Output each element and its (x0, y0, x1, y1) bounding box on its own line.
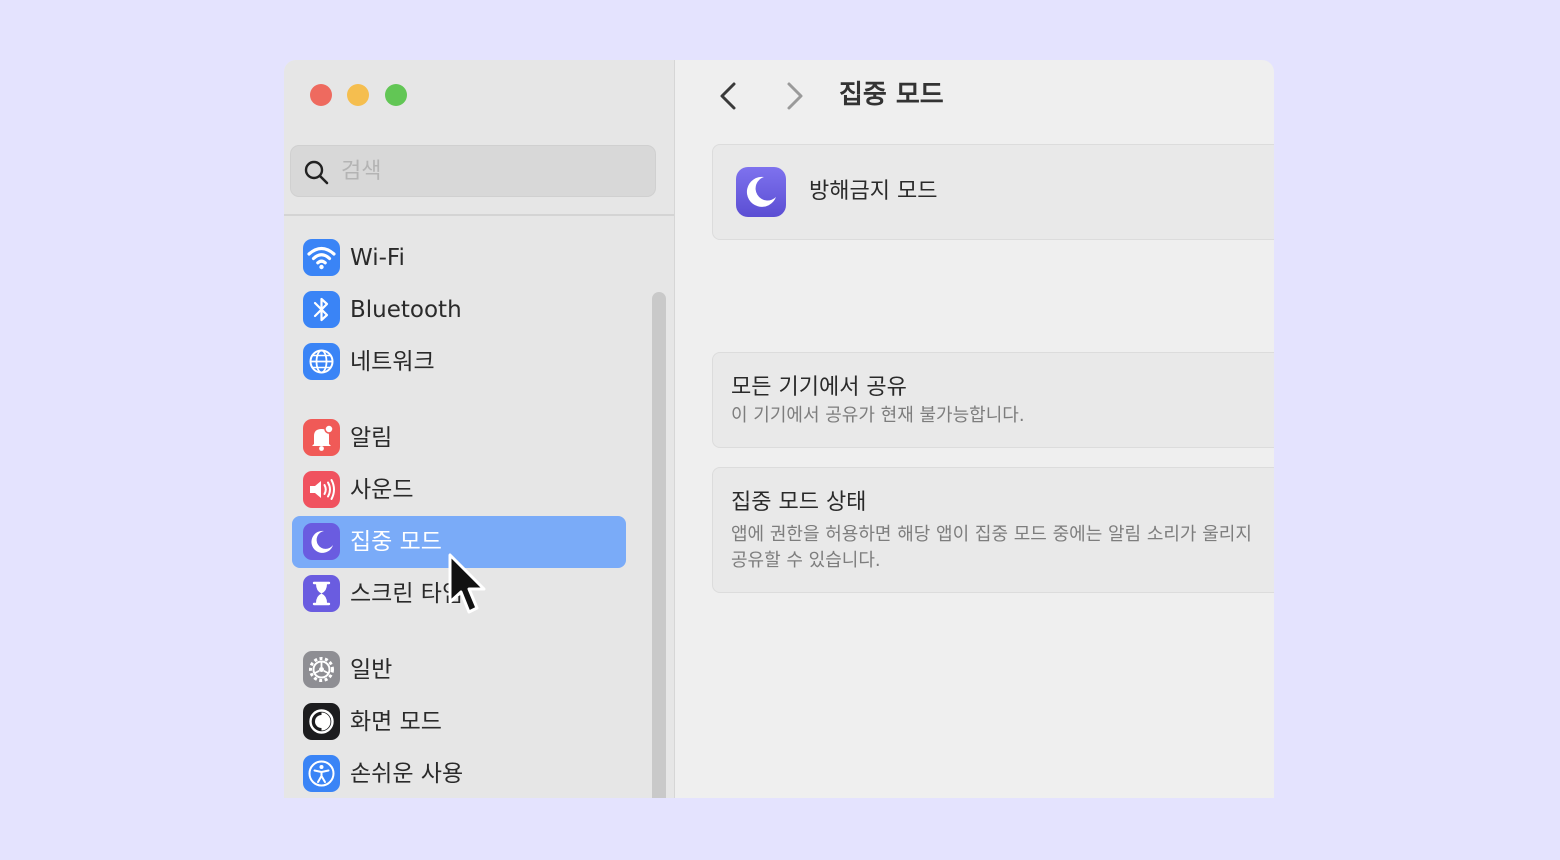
page-title: 집중 모드 (839, 80, 944, 110)
sidebar-item-general[interactable]: 일반 (292, 644, 626, 696)
sidebar-item-sound[interactable]: 사운드 (292, 464, 626, 516)
sidebar-item-appearance[interactable]: 화면 모드 (292, 696, 626, 748)
sidebar-item-label: 네트워크 (350, 349, 435, 375)
sidebar-item-label: 알림 (350, 425, 393, 451)
status-subtitle-line1: 앱에 권한을 허용하면 해당 앱이 집중 모드 중에는 알림 소리가 울리지 (731, 524, 1252, 545)
accessibility-icon (303, 755, 340, 792)
sidebar-item-label: 일반 (350, 657, 393, 683)
search-icon (304, 160, 329, 185)
sidebar-scrollbar[interactable] (652, 292, 666, 798)
focus-item-do-not-disturb[interactable]: 방해금지 모드 (712, 144, 1274, 240)
sidebar-item-notifications[interactable]: 알림 (292, 412, 626, 464)
globe-icon (303, 343, 340, 380)
sidebar-item-accessibility[interactable]: 손쉬운 사용 (292, 748, 626, 798)
status-title: 집중 모드 상태 (731, 490, 867, 515)
sidebar-item-network[interactable]: 네트워크 (292, 336, 626, 388)
bell-icon (303, 419, 340, 456)
sidebar-item-label: 집중 모드 (350, 529, 442, 555)
sidebar-item-label: 사운드 (350, 477, 414, 503)
moon-icon (303, 523, 340, 560)
sidebar-divider (284, 214, 674, 216)
forward-chevron-icon[interactable] (779, 78, 809, 114)
sidebar-item-wifi[interactable]: Wi-Fi (292, 232, 626, 284)
sidebar-item-label: Bluetooth (350, 297, 462, 323)
sidebar-item-label: 손쉬운 사용 (350, 761, 464, 787)
close-window-button[interactable] (310, 84, 332, 106)
search-field[interactable] (290, 145, 656, 197)
hourglass-icon (303, 575, 340, 612)
sidebar: Wi-Fi Bluetooth 네트워크 (284, 60, 675, 798)
minimize-window-button[interactable] (347, 84, 369, 106)
status-subtitle-line2: 공유할 수 있습니다. (731, 550, 881, 571)
sidebar-item-label: Wi-Fi (350, 245, 405, 271)
bluetooth-icon (303, 291, 340, 328)
gear-icon (303, 651, 340, 688)
share-title: 모든 기기에서 공유 (731, 375, 907, 400)
share-subtitle: 이 기기에서 공유가 현재 불가능합니다. (731, 405, 1025, 426)
appearance-icon (303, 703, 340, 740)
settings-window: Wi-Fi Bluetooth 네트워크 (284, 60, 1274, 798)
wifi-icon (303, 239, 340, 276)
sidebar-item-label: 화면 모드 (350, 709, 442, 735)
speaker-icon (303, 471, 340, 508)
sidebar-item-bluetooth[interactable]: Bluetooth (292, 284, 626, 336)
search-input[interactable] (341, 146, 641, 196)
back-chevron-icon[interactable] (714, 78, 744, 114)
share-across-devices-card[interactable]: 모든 기기에서 공유 이 기기에서 공유가 현재 불가능합니다. (712, 352, 1274, 448)
focus-status-card[interactable]: 집중 모드 상태 앱에 권한을 허용하면 해당 앱이 집중 모드 중에는 알림 … (712, 467, 1274, 593)
zoom-window-button[interactable] (385, 84, 407, 106)
mouse-cursor-icon (448, 553, 486, 614)
focus-item-label: 방해금지 모드 (809, 179, 938, 204)
moon-icon (736, 167, 786, 217)
